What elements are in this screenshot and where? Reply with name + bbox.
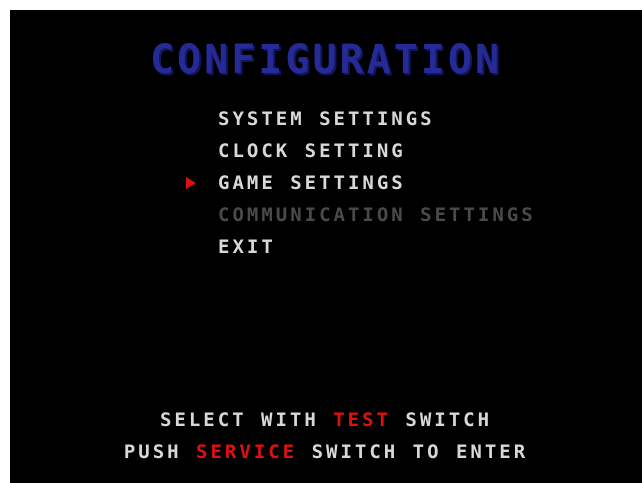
menu-item-label: COMMUNICATION SETTINGS bbox=[218, 204, 536, 226]
menu-item-game-settings[interactable]: GAME SETTINGS bbox=[186, 167, 536, 199]
menu-item-label: EXIT bbox=[218, 236, 276, 258]
instruction-enter: PUSH SERVICE SWITCH TO ENTER bbox=[10, 440, 642, 464]
menu-item-clock-setting[interactable]: CLOCK SETTING bbox=[218, 135, 536, 167]
menu-item-label: CLOCK SETTING bbox=[218, 140, 406, 162]
menu-item-communication-settings: COMMUNICATION SETTINGS bbox=[218, 199, 536, 231]
triangle-right-icon bbox=[186, 177, 196, 189]
instruction-text: SELECT WITH bbox=[159, 409, 334, 431]
page-title: CONFIGURATION bbox=[149, 37, 503, 83]
service-switch-label: SERVICE bbox=[196, 441, 298, 463]
menu-item-exit[interactable]: EXIT bbox=[218, 231, 536, 263]
config-menu: SYSTEM SETTINGS CLOCK SETTING GAME SETTI… bbox=[186, 103, 536, 263]
test-switch-label: TEST bbox=[333, 409, 391, 431]
instruction-text: SWITCH TO ENTER bbox=[297, 441, 529, 463]
menu-item-label: GAME SETTINGS bbox=[218, 172, 406, 194]
instruction-select: SELECT WITH TEST SWITCH bbox=[10, 408, 642, 432]
config-screen: CONFIGURATION SYSTEM SETTINGS CLOCK SETT… bbox=[10, 10, 642, 483]
menu-item-label: SYSTEM SETTINGS bbox=[218, 108, 435, 130]
instruction-text: PUSH bbox=[123, 441, 197, 463]
instruction-text: SWITCH bbox=[390, 409, 493, 431]
menu-item-system-settings[interactable]: SYSTEM SETTINGS bbox=[218, 103, 536, 135]
